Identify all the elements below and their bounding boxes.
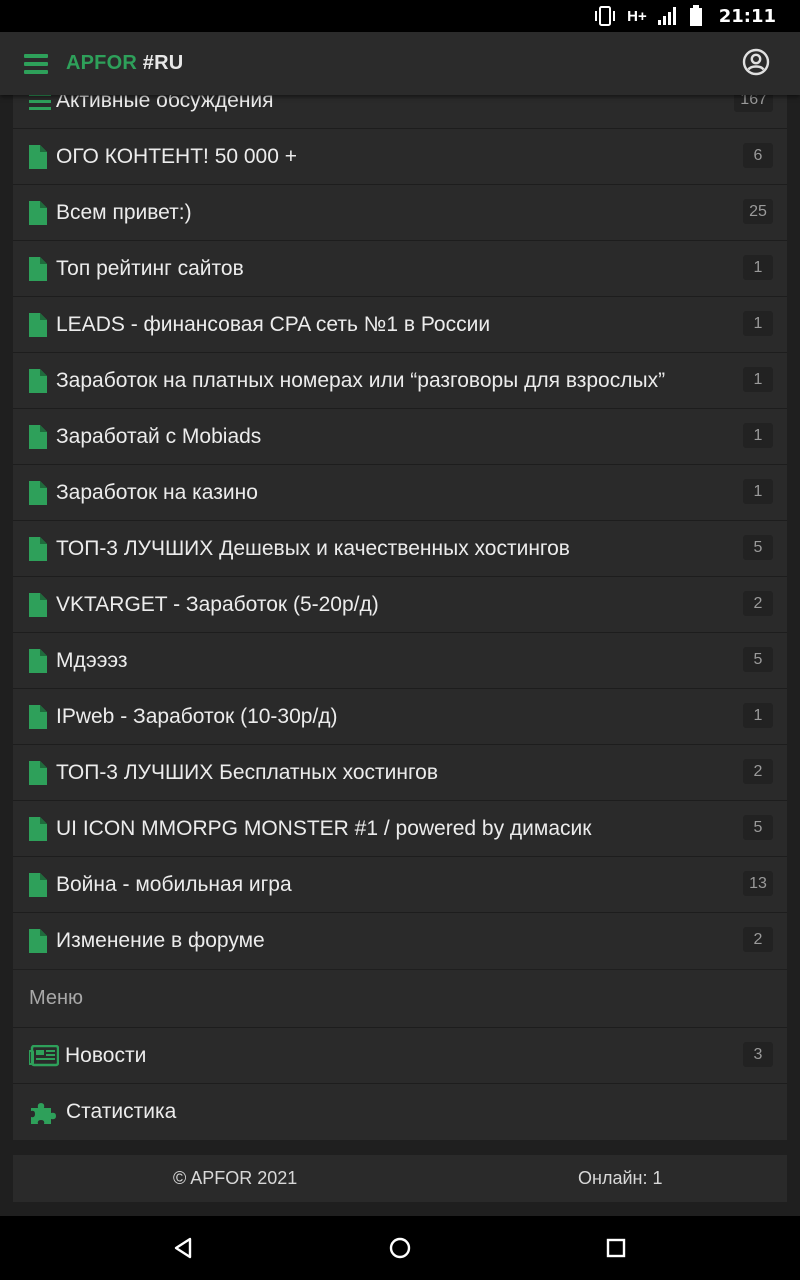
topic-count-badge: 2	[743, 591, 773, 616]
topic-title: ОГО КОНТЕНТ! 50 000 +	[56, 144, 298, 168]
topics-list: Активные обсуждения 167 ОГО КОНТЕНТ! 50 …	[13, 95, 787, 969]
recent-apps-icon[interactable]	[604, 1236, 628, 1265]
topic-title: UI ICON MMORPG MONSTER #1 / powered by д…	[56, 816, 592, 840]
topic-title: LEADS - финансовая CPA сеть №1 в России	[56, 312, 491, 336]
vibrate-icon	[593, 5, 617, 27]
topic-count-badge: 5	[743, 535, 773, 560]
topic-row[interactable]: ТОП-3 ЛУЧШИХ Дешевых и качественных хост…	[13, 521, 787, 577]
file-icon	[29, 760, 47, 785]
topic-count-badge: 167	[734, 95, 773, 112]
android-nav-bar	[0, 1216, 800, 1280]
user-account-icon[interactable]	[742, 48, 770, 81]
topic-row[interactable]: Активные обсуждения 167	[13, 95, 787, 129]
menu-item-statistics[interactable]: Статистика	[13, 1084, 787, 1140]
file-icon	[29, 816, 47, 841]
logo-primary: APFOR	[66, 52, 137, 74]
topic-row[interactable]: VKTARGET - Заработок (5-20р/д) 2	[13, 577, 787, 633]
menu-item-label: Статистика	[66, 1100, 177, 1123]
menu-panel: Меню Новости 3 Статистика	[13, 970, 787, 1140]
battery-icon	[689, 5, 703, 27]
status-bar: H+ 21:11	[0, 0, 800, 32]
menu-item-news[interactable]: Новости 3	[13, 1028, 787, 1084]
topic-title: ТОП-3 ЛУЧШИХ Дешевых и качественных хост…	[56, 536, 570, 560]
topic-row[interactable]: Топ рейтинг сайтов 1	[13, 241, 787, 297]
topic-title: Мдэээз	[56, 648, 128, 672]
topic-row[interactable]: Война - мобильная игра 13	[13, 857, 787, 913]
signal-icon	[657, 6, 679, 26]
topic-row[interactable]: Всем привет:) 25	[13, 185, 787, 241]
topic-row[interactable]: Изменение в форуме 2	[13, 913, 787, 969]
file-icon	[29, 872, 47, 897]
topic-title: Топ рейтинг сайтов	[56, 256, 244, 280]
topic-title: Война - мобильная игра	[56, 872, 292, 896]
news-count-badge: 3	[743, 1042, 773, 1067]
page-content: Активные обсуждения 167 ОГО КОНТЕНТ! 50 …	[0, 95, 800, 1216]
back-icon[interactable]	[172, 1236, 194, 1265]
list-icon	[29, 95, 51, 113]
file-icon	[29, 144, 47, 169]
file-icon	[29, 200, 47, 225]
topic-count-badge: 6	[743, 143, 773, 168]
topic-title: Заработок на казино	[56, 480, 258, 504]
file-icon	[29, 929, 47, 953]
file-icon	[29, 312, 47, 337]
hamburger-menu-icon[interactable]	[24, 53, 48, 75]
topic-row[interactable]: ТОП-3 ЛУЧШИХ Бесплатных хостингов 2	[13, 745, 787, 801]
puzzle-icon	[29, 1099, 57, 1125]
topic-count-badge: 1	[743, 311, 773, 336]
topic-row[interactable]: Заработай с Mobiads 1	[13, 409, 787, 465]
logo-secondary: #RU	[142, 52, 184, 74]
file-icon	[29, 256, 47, 281]
topic-title: IPweb - Заработок (10-30р/д)	[56, 704, 338, 728]
topic-row[interactable]: IPweb - Заработок (10-30р/д) 1	[13, 689, 787, 745]
file-icon	[29, 592, 47, 617]
home-icon[interactable]	[388, 1236, 412, 1265]
copyright-text: © APFOR 2021	[173, 1168, 298, 1188]
topic-row[interactable]: ОГО КОНТЕНТ! 50 000 + 6	[13, 129, 787, 185]
topic-count-badge: 5	[743, 815, 773, 840]
topic-title: Изменение в форуме	[56, 929, 265, 952]
file-icon	[29, 704, 47, 729]
topic-row[interactable]: Мдэээз 5	[13, 633, 787, 689]
topic-count-badge: 1	[743, 367, 773, 392]
network-type: H+	[627, 7, 647, 25]
topic-count-badge: 25	[743, 199, 773, 224]
online-count: Онлайн: 1	[578, 1168, 663, 1188]
topic-count-badge: 1	[743, 255, 773, 280]
menu-heading: Меню	[13, 970, 787, 1028]
app-bar: APFOR #RU	[0, 32, 800, 95]
topic-count-badge: 5	[743, 647, 773, 672]
topic-title: Заработок на платных номерах или “разгов…	[56, 368, 666, 392]
topic-title: Активные обсуждения	[56, 95, 274, 112]
topic-count-badge: 1	[743, 423, 773, 448]
menu-item-label: Новости	[65, 1043, 147, 1067]
topic-title: VKTARGET - Заработок (5-20р/д)	[56, 592, 379, 616]
topic-count-badge: 2	[743, 927, 773, 952]
topic-count-badge: 1	[743, 703, 773, 728]
clock: 21:11	[718, 5, 776, 27]
topic-row[interactable]: Заработок на казино 1	[13, 465, 787, 521]
site-logo[interactable]: APFOR #RU	[66, 52, 183, 75]
topic-title: Всем привет:)	[56, 200, 192, 224]
topic-row[interactable]: Заработок на платных номерах или “разгов…	[13, 353, 787, 409]
footer: © APFOR 2021 Онлайн: 1	[13, 1155, 787, 1202]
file-icon	[29, 368, 47, 393]
topic-row[interactable]: UI ICON MMORPG MONSTER #1 / powered by д…	[13, 801, 787, 857]
newspaper-icon	[29, 1044, 59, 1067]
topic-title: Заработай с Mobiads	[56, 424, 262, 448]
file-icon	[29, 536, 47, 561]
topic-title: ТОП-3 ЛУЧШИХ Бесплатных хостингов	[56, 760, 438, 784]
file-icon	[29, 424, 47, 449]
topic-row[interactable]: LEADS - финансовая CPA сеть №1 в России …	[13, 297, 787, 353]
topic-count-badge: 13	[743, 871, 773, 896]
topic-count-badge: 1	[743, 479, 773, 504]
topic-count-badge: 2	[743, 759, 773, 784]
file-icon	[29, 648, 47, 673]
file-icon	[29, 480, 47, 505]
